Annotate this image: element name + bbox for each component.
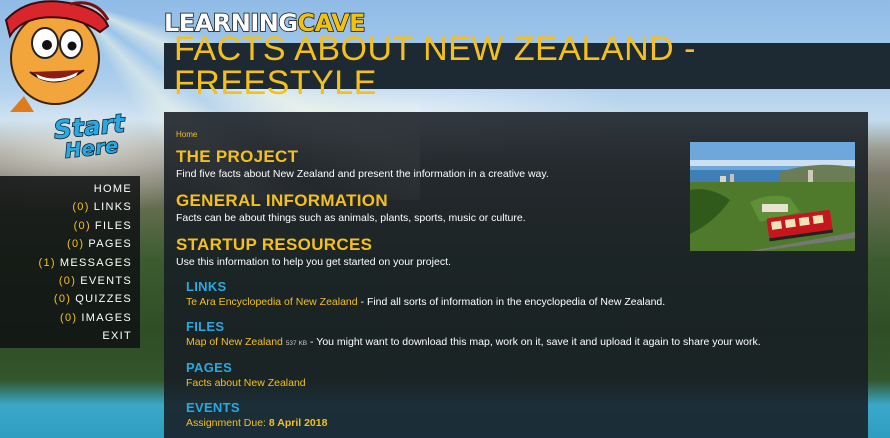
nav-count: (0) <box>72 201 90 214</box>
nav-count: (1) <box>38 256 56 269</box>
nav-item-links[interactable]: (0) LINKS <box>0 198 140 216</box>
resource-item-event[interactable]: Assignment Due: 8 April 2018 <box>186 416 856 431</box>
nav-label: QUIZZES <box>75 293 132 306</box>
nav-count: (0) <box>58 274 77 287</box>
resource-item-page: Facts about New Zealand <box>186 376 856 391</box>
resource-title-links: LINKS <box>186 279 227 294</box>
page-title-bar: FACTS ABOUT NEW ZEALAND - FREESTYLE <box>164 32 890 100</box>
nav-label: EVENTS <box>80 274 132 287</box>
content-panel: Home THE PROJECT Find five facts about N… <box>164 112 868 438</box>
section-text-startup: Use this information to help you get sta… <box>176 256 451 268</box>
nav-item-messages[interactable]: (1) MESSAGES <box>0 254 140 272</box>
nav-count: (0) <box>73 219 91 232</box>
nav-label: PAGES <box>88 238 132 251</box>
resource-desc: - You might want to download this map, w… <box>307 336 761 348</box>
nav-label: LINKS <box>93 201 132 214</box>
nav-item-images[interactable]: (0) IMAGES <box>0 309 140 327</box>
resource-title-files: FILES <box>186 319 225 334</box>
nav-label: EXIT <box>102 330 132 343</box>
nav-item-pages[interactable]: (0) PAGES <box>0 235 140 253</box>
mascot-icon <box>4 0 110 112</box>
wellington-photo <box>690 142 855 251</box>
startup-resources-list: LINKS Te Ara Encyclopedia of New Zealand… <box>176 279 856 431</box>
nav-item-exit[interactable]: EXIT <box>0 327 140 345</box>
map-file-link[interactable]: Map of New Zealand <box>186 336 283 348</box>
page-title: FACTS ABOUT NEW ZEALAND - FREESTYLE <box>174 30 696 102</box>
event-date: 8 April 2018 <box>268 417 328 429</box>
resource-desc: - Find all sorts of information in the e… <box>357 296 666 308</box>
file-size: 537 KB <box>285 340 308 347</box>
facts-page-link[interactable]: Facts about New Zealand <box>186 377 306 389</box>
nav-count: (0) <box>60 311 78 324</box>
nav-item-quizzes[interactable]: (0) QUIZZES <box>0 290 140 308</box>
nav-label: HOME <box>93 183 132 195</box>
event-label: Assignment Due: <box>186 417 269 429</box>
resource-item-file: Map of New Zealand 537 KB - You might wa… <box>186 335 856 351</box>
resource-item-link: Te Ara Encyclopedia of New Zealand - Fin… <box>186 295 856 310</box>
nav-count: (0) <box>53 293 72 306</box>
nav-label: IMAGES <box>81 311 132 324</box>
nav-count: (0) <box>67 238 85 251</box>
nav-label: FILES <box>94 219 132 232</box>
nav-item-home[interactable]: HOME <box>0 180 140 198</box>
breadcrumb-home[interactable]: Home <box>176 130 197 139</box>
nav-label: MESSAGES <box>59 256 132 269</box>
start-here-sign: Start Here <box>45 108 136 175</box>
resource-title-events: EVENTS <box>186 400 240 415</box>
te-ara-link[interactable]: Te Ara Encyclopedia of New Zealand <box>186 296 358 308</box>
side-navigation: HOME (0) LINKS (0) FILES (0) PAGES (1) MESSA… <box>0 176 140 348</box>
nav-item-files[interactable]: (0) FILES <box>0 217 140 235</box>
resource-title-pages: PAGES <box>186 360 233 375</box>
nav-item-events[interactable]: (0) EVENTS <box>0 272 140 290</box>
